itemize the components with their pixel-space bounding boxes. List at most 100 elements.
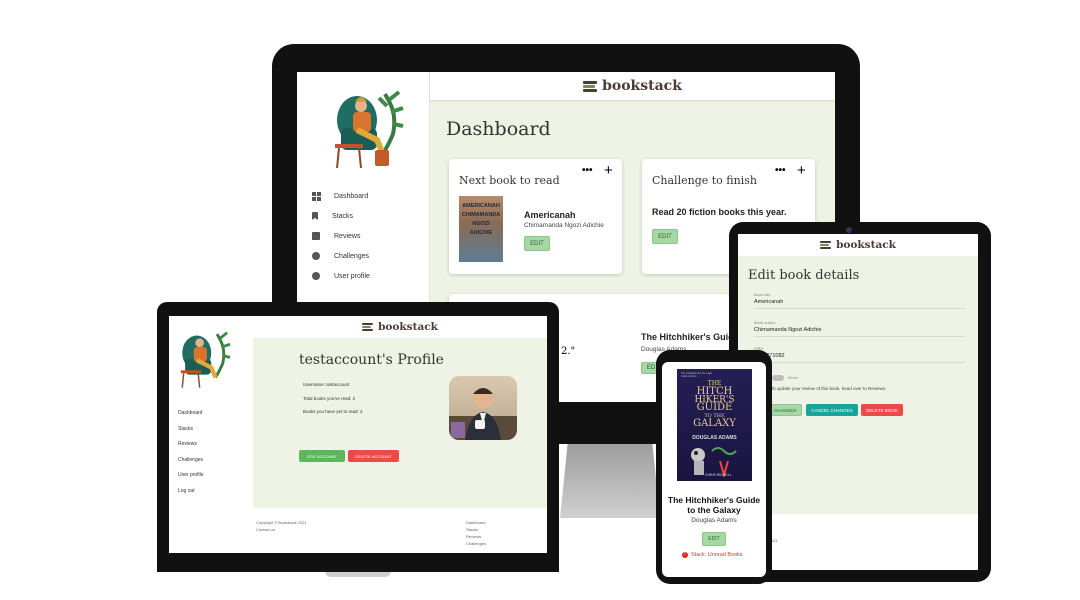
save-changes-button[interactable]: CHANGES: [768, 404, 802, 416]
field-value: Chimamanda Ngozi Adichie: [754, 327, 822, 333]
book-stack-icon: [820, 241, 832, 249]
add-icon[interactable]: +: [797, 162, 806, 179]
book-title: Americanah: [524, 210, 576, 220]
laptop-screen: Dashboard Stacks Reviews Challenges User…: [169, 316, 547, 553]
desktop-nav-user-profile[interactable]: User profile: [312, 272, 370, 280]
review-icon: [312, 232, 320, 240]
laptop-main: bookstack testaccount's Profile Username…: [253, 316, 547, 553]
star-badge-icon: [312, 252, 320, 260]
phone-screen: The inspiration for the major motion pic…: [662, 362, 766, 577]
field-value: Americanah: [754, 299, 784, 305]
cover-text: AMERICANAH CHIMAMANDA NGOZI ADICHIE: [461, 203, 501, 236]
card-heading: Challenge to finish: [652, 174, 757, 187]
tablet-footer: tack 2021: [738, 514, 978, 570]
cover-title-line: GALAXY: [693, 418, 736, 429]
book-author-field[interactable]: Book author Chimamanda Ngozi Adichie: [754, 320, 965, 337]
user-circle-icon: [312, 272, 320, 280]
laptop-nav-reviews[interactable]: Reviews: [178, 441, 204, 447]
more-options-icon[interactable]: •••: [775, 165, 786, 176]
edit-button[interactable]: EDIT: [524, 236, 550, 251]
footer-link-stacks[interactable]: Stacks: [466, 527, 486, 532]
book-title: The Hitchhiker's Guide to the Galaxy: [667, 495, 761, 515]
book-author: Chimamanda Ngozi Adichie: [524, 222, 604, 229]
desktop-nav-reviews[interactable]: Reviews: [312, 232, 370, 240]
laptop-footer: Copyright © Bookstack 2021 Contact us Da…: [253, 508, 547, 553]
nav-label: Dashboard: [334, 192, 369, 200]
bookmark-icon: [312, 212, 318, 220]
laptop-header: bookstack: [253, 316, 547, 338]
delete-account-button[interactable]: DELETE ACCOUNT: [348, 450, 399, 462]
hitchhiker-cover[interactable]: The inspiration for the major motion pic…: [677, 369, 752, 481]
field-label: ISBN: [754, 346, 764, 351]
more-options-icon[interactable]: •••: [582, 165, 593, 176]
stack-label[interactable]: Stack: Unread Books: [691, 552, 743, 558]
laptop-nav-stacks[interactable]: Stacks: [178, 426, 204, 432]
review-note: e: To update your review of this book, h…: [766, 386, 887, 391]
brand-name: bookstack: [836, 239, 896, 251]
laptop-nav-dashboard[interactable]: Dashboard: [178, 410, 204, 416]
desktop-nav-dashboard[interactable]: Dashboard: [312, 192, 370, 201]
bookstack-logo[interactable]: bookstack: [253, 316, 547, 338]
desktop-nav-challenges[interactable]: Challenges: [312, 252, 370, 260]
read-toggle-label: Read: [788, 375, 798, 380]
bookstack-logo[interactable]: bookstack: [738, 234, 978, 256]
nav-label: Reviews: [334, 232, 361, 240]
reading-illustration: [327, 84, 407, 170]
dashboard-icon: [312, 192, 321, 201]
username-line: Username: testaccount: [303, 382, 350, 387]
cover-illustrator: CHRIS RIDDELL: [705, 473, 732, 477]
cover-author: DOUGLAS ADAMS: [692, 435, 737, 441]
tablet-camera: [846, 227, 852, 233]
brand-name: bookstack: [602, 78, 682, 94]
tablet-header: bookstack: [738, 234, 978, 256]
edit-button[interactable]: EDIT: [702, 532, 726, 546]
laptop-nav-log-out[interactable]: Log out: [178, 488, 204, 494]
laptop-sidebar: Dashboard Stacks Reviews Challenges User…: [169, 316, 253, 553]
profile-title: testaccount's Profile: [299, 352, 444, 368]
yet-to-read-line: Books you have yet to read: 2: [303, 409, 363, 414]
edit-button[interactable]: EDIT: [652, 229, 678, 244]
laptop-nav-challenges[interactable]: Challenges: [178, 457, 204, 463]
book-stack-icon: [583, 80, 598, 92]
add-icon[interactable]: +: [604, 162, 613, 179]
field-label: Book title: [754, 292, 771, 297]
alert-icon: !: [682, 552, 688, 558]
cover-tagline: The inspiration for the major motion pic…: [681, 372, 713, 378]
bookstack-logo[interactable]: bookstack: [430, 72, 835, 100]
desktop-header: bookstack: [430, 72, 835, 100]
cancel-changes-button[interactable]: CANCEL CHANGES: [806, 404, 858, 416]
nav-label: Challenges: [334, 252, 370, 260]
laptop-nav-user-profile[interactable]: User profile: [178, 472, 204, 478]
cover-title-line: GUIDE: [696, 402, 733, 413]
profile-avatar: [449, 376, 517, 440]
footer-link-challenges[interactable]: Challenges: [466, 541, 486, 546]
book-author: Douglas Adams: [691, 517, 737, 524]
field-value: 0307271082: [754, 353, 965, 359]
desktop-stand: [560, 440, 660, 518]
footer-contact[interactable]: Contact us: [256, 527, 275, 532]
delete-book-button[interactable]: DELETE BOOK: [861, 404, 903, 416]
lower-book-title: The Hitchhiker's Guide: [641, 332, 739, 342]
brand-name: bookstack: [378, 321, 438, 333]
americanah-cover[interactable]: AMERICANAH CHIMAMANDA NGOZI ADICHIE: [459, 196, 503, 262]
next-book-card: Next book to read ••• + AMERICANAH CHIMA…: [449, 159, 622, 274]
nav-label: User profile: [334, 272, 370, 280]
nav-label: Stacks: [332, 212, 354, 220]
edit-book-title: Edit book details: [748, 268, 860, 283]
robot-illustration: [691, 447, 737, 477]
card-heading: Next book to read: [459, 174, 560, 187]
footer-link-reviews[interactable]: Reviews: [466, 534, 486, 539]
isbn-field[interactable]: ISBN 0307271082: [754, 346, 965, 363]
reading-illustration: [175, 324, 233, 392]
quote-fragment: 2.": [561, 346, 576, 357]
challenge-text: Read 20 fiction books this year.: [652, 207, 787, 217]
edit-account-button[interactable]: EDIT ACCOUNT: [299, 450, 345, 462]
book-title-field[interactable]: Book title Americanah: [754, 292, 965, 309]
read-toggle[interactable]: [772, 375, 784, 381]
book-stack-icon: [362, 323, 374, 331]
footer-link-dashboard[interactable]: Dashboard: [466, 520, 486, 525]
footer-copyright: Copyright © Bookstack 2021: [256, 520, 307, 525]
desktop-nav-stacks[interactable]: Stacks: [312, 212, 370, 220]
page-title: Dashboard: [446, 118, 551, 140]
field-label: Book author: [754, 320, 776, 325]
